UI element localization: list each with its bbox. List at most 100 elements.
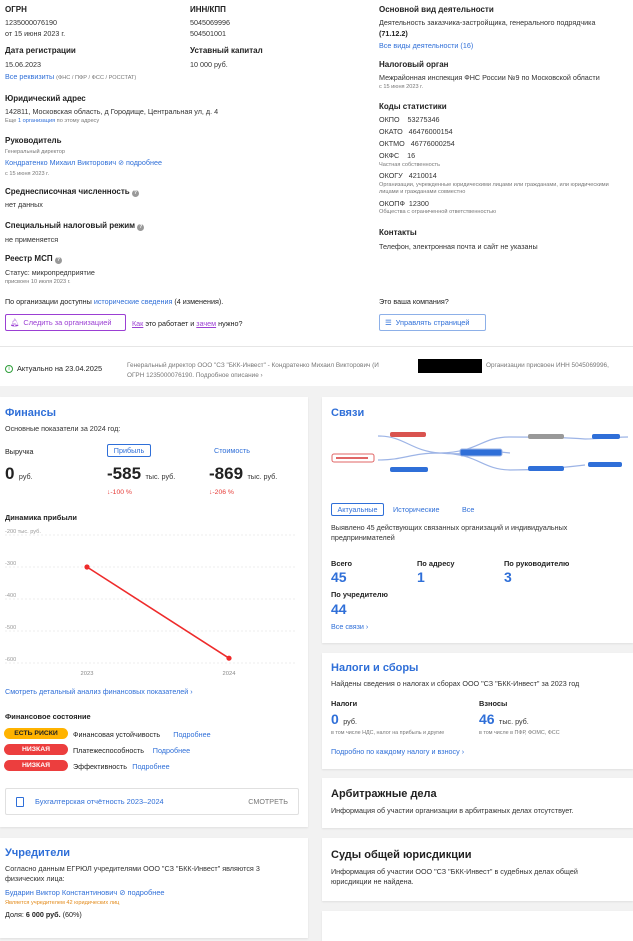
tax-authority-date: с 15 июня 2023 г. xyxy=(379,84,424,90)
founder-name-link[interactable]: Бударин Виктор Константинович xyxy=(5,888,117,897)
ties-panel: Связи Актуальные Исторические Все Выявле… xyxy=(322,397,633,643)
okfs-note: Частная собственность xyxy=(379,162,441,168)
contacts-label: Контакты xyxy=(379,228,417,237)
okato: ОКАТО 46476000154 xyxy=(379,127,453,136)
head-name-link[interactable]: Кондратенко Михаил Викторович xyxy=(5,158,116,167)
profit-point[interactable] xyxy=(84,564,90,570)
description-line-1b: Организации присвоен ИНН 5045069996, xyxy=(486,362,609,369)
profit-line xyxy=(86,566,230,659)
y-tick-label: -400 xyxy=(5,593,16,599)
founder-more-link[interactable]: подробнее xyxy=(128,888,165,897)
address-more-post: по этому адресу xyxy=(55,118,100,124)
taxes-panel: Налоги и сборы Найдены сведения о налога… xyxy=(322,653,633,769)
graph-node xyxy=(390,432,426,437)
x-tick-label: 2023 xyxy=(81,671,94,677)
chevron-right-icon: › xyxy=(190,687,193,696)
risk-more-link[interactable]: Подробнее xyxy=(153,746,190,755)
ogrn-date: от 15 июня 2023 г. xyxy=(5,29,66,38)
taxes-note: в том числе НДС, налог на прибыль и друг… xyxy=(331,730,445,736)
profit-tab[interactable]: Прибыль xyxy=(107,444,151,457)
profit-change: ↓-100 % xyxy=(107,489,132,496)
contributions-note: в том числе в ПФР, ФОМС, ФСС xyxy=(479,730,560,736)
revenue-unit: руб. xyxy=(18,472,33,481)
taxes-label: Налоги xyxy=(331,699,358,708)
ogrn-label: ОГРН xyxy=(5,5,27,14)
menu-icon: ☰ xyxy=(385,318,392,327)
tab-historical[interactable]: Исторические xyxy=(393,505,439,514)
ogrn-value: 1235000076190 xyxy=(5,18,57,27)
contributions-value: 46 xyxy=(479,711,495,727)
info-icon: i xyxy=(5,364,13,373)
tab-actual[interactable]: Актуальные xyxy=(331,503,384,516)
y-tick-label: -300 xyxy=(5,561,16,567)
inn-label: ИНН/КПП xyxy=(190,5,226,14)
link-icon: ⊘ xyxy=(118,160,124,167)
description-line-2: ОГРН 1235000076190. Подробное описание › xyxy=(127,372,263,379)
risk-more-link[interactable]: Подробнее xyxy=(132,762,169,771)
ties-founder-value[interactable]: 44 xyxy=(331,601,347,617)
ties-total-value[interactable]: 45 xyxy=(331,569,347,585)
report-card[interactable]: Бухгалтерская отчётность 2023–2024 СМОТР… xyxy=(5,788,299,815)
risk-more-link[interactable]: Подробнее xyxy=(173,730,210,739)
financial-state-label: Финансовое состояние xyxy=(5,712,91,721)
graph-node xyxy=(528,466,564,471)
ties-head-value[interactable]: 3 xyxy=(504,569,512,585)
okogu-note: Организации, учрежденные юридическими ли… xyxy=(379,182,609,195)
msp-date: присвоен 10 июля 2023 г. xyxy=(5,279,71,285)
ties-founder-label: По учредителю xyxy=(331,590,388,599)
okopf-note: Общества с ограниченной ответственностью xyxy=(379,209,497,215)
graph-node xyxy=(592,434,620,439)
risk-badge: НИЗКАЯ xyxy=(4,760,68,771)
chevron-right-icon: › xyxy=(365,622,369,631)
detailed-analysis-link[interactable]: Смотреть детальный анализ финансовых пок… xyxy=(5,687,188,696)
link-icon: ⊘ xyxy=(119,888,126,897)
follow-button[interactable]: 🔔︎ Следить за организацией xyxy=(5,314,126,331)
owner-question: Это ваша компания? xyxy=(379,297,449,306)
profit-point[interactable] xyxy=(226,655,232,661)
staff-value: нет данных xyxy=(5,200,43,209)
follow-end: нужно? xyxy=(216,319,243,328)
report-view-button[interactable]: СМОТРЕТЬ xyxy=(248,797,288,806)
requisites-hint: (ФНС / ПФР / ФСС / РОССТАТ) xyxy=(56,75,137,81)
cost-change: ↓-206 % xyxy=(209,489,234,496)
taxes-description: Найдены сведения о налогах и сборах ООО … xyxy=(331,679,580,688)
risk-label: Платежеспособность xyxy=(73,746,145,755)
finance-title: Финансы xyxy=(5,407,57,419)
address-more-link[interactable]: 1 организация xyxy=(18,118,55,124)
activity-value: Деятельность заказчика-застройщика, гене… xyxy=(379,18,596,27)
profit-value: -585 xyxy=(107,464,142,483)
risk-label: Финансовая устойчивость xyxy=(73,730,161,739)
share-label: Доля: xyxy=(5,910,24,919)
all-activities-link[interactable]: Все виды деятельности (16) xyxy=(379,41,473,50)
help-icon[interactable]: ? xyxy=(131,190,139,197)
head-role: Генеральный директор xyxy=(5,149,65,155)
profit-dynamics-label: Динамика прибыли xyxy=(5,513,77,522)
head-more-link[interactable]: подробнее xyxy=(126,158,162,167)
risk-badge: НИЗКАЯ xyxy=(4,744,68,755)
cost-tab[interactable]: Стоимость xyxy=(214,446,250,455)
tax-detail-link[interactable]: Подробно по каждому налогу и взносу xyxy=(331,747,460,756)
y-tick-label: -500 xyxy=(5,625,16,631)
tab-all[interactable]: Все xyxy=(462,505,474,514)
redaction-box xyxy=(418,359,482,373)
capital-value: 10 000 руб. xyxy=(190,60,228,69)
arbitration-panel: Арбитражные дела Информация об участии о… xyxy=(322,778,633,828)
how-link[interactable]: Как xyxy=(132,319,143,328)
arbitration-text: Информация об участии организации в арби… xyxy=(331,806,574,815)
help-icon[interactable]: ? xyxy=(54,257,62,264)
activity-code: (71.12.2) xyxy=(379,29,408,38)
address-value: 142811, Московская область, д Городище, … xyxy=(5,107,219,116)
help-icon[interactable]: ? xyxy=(137,224,145,231)
tax-authority-label: Налоговый орган xyxy=(379,60,449,69)
all-ties-link[interactable]: Все связи xyxy=(331,622,364,631)
ties-graph xyxy=(331,432,629,472)
ties-address-value[interactable]: 1 xyxy=(417,569,425,585)
manage-page-button[interactable]: ☰ Управлять страницей xyxy=(379,314,486,331)
why-link[interactable]: зачем xyxy=(196,319,216,328)
history-link[interactable]: исторические сведения xyxy=(94,297,173,306)
finance-subtitle: Основные показатели за 2024 год: xyxy=(5,424,121,433)
y-tick-label: -200 тыс. руб. xyxy=(5,529,41,535)
msp-label: Реестр МСП xyxy=(5,254,53,263)
okogu: ОКОГУ 4210014 xyxy=(379,171,437,180)
all-requisites-link[interactable]: Все реквизиты xyxy=(5,72,54,81)
